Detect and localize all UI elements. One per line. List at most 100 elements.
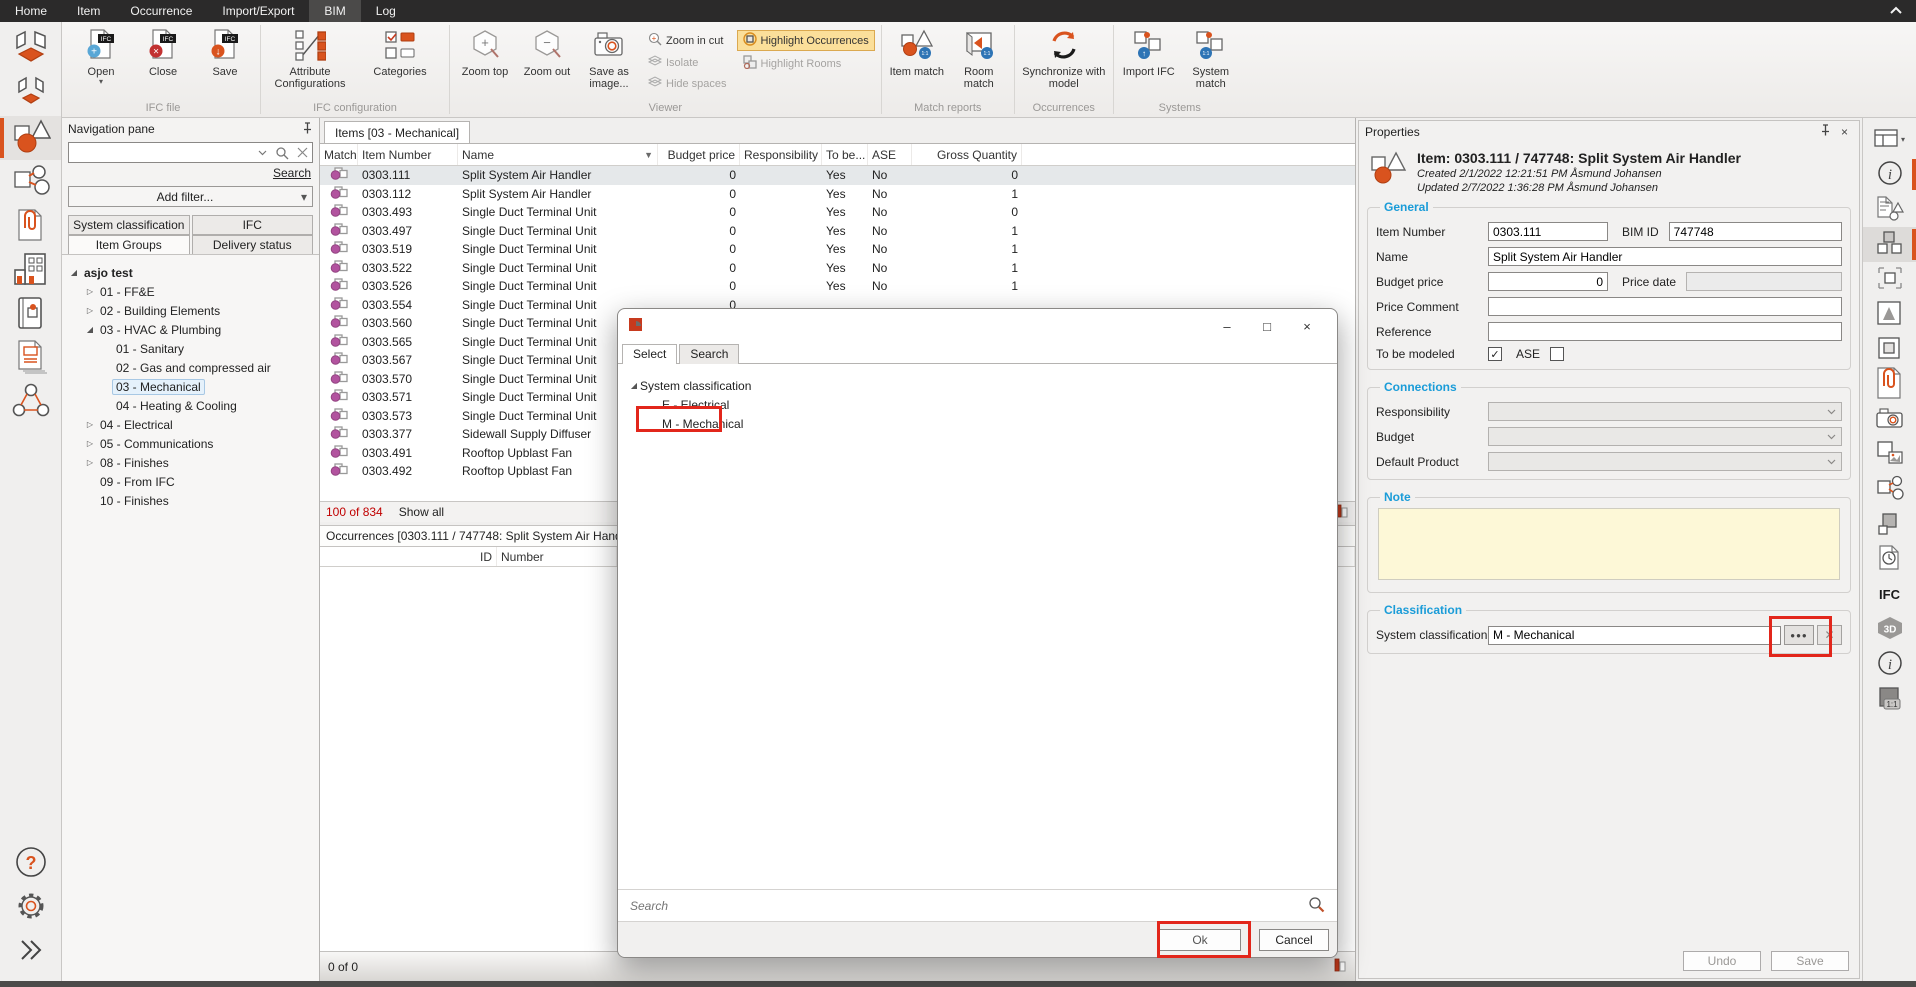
- tree-collapsed-icon[interactable]: ▷: [84, 420, 96, 429]
- system-match-button[interactable]: 1:1System match: [1182, 24, 1240, 90]
- occurrences-column-id[interactable]: ID: [320, 547, 497, 566]
- sidebar-item-cubes[interactable]: [1863, 227, 1916, 262]
- search-icon[interactable]: [271, 146, 293, 160]
- room-match-button[interactable]: 1:1Room match: [950, 24, 1008, 90]
- sidebar-item-attachment[interactable]: [1863, 367, 1916, 402]
- tree-item-05-communications[interactable]: ▷05 - Communications: [64, 434, 317, 453]
- zoom-in-cut-button[interactable]: +Zoom in cut: [642, 30, 733, 51]
- sidebar-item-settings[interactable]: [0, 885, 61, 929]
- tree-item-01-ff-e[interactable]: ▷01 - FF&E: [64, 282, 317, 301]
- pin-icon[interactable]: [1815, 124, 1836, 139]
- item-row-0303.526[interactable]: 0303.526Single Duct Terminal Unit0YesNo1: [320, 277, 1355, 296]
- sidebar-item-info[interactable]: i: [1863, 157, 1916, 192]
- item-row-0303.519[interactable]: 0303.519Single Duct Terminal Unit0YesNo1: [320, 240, 1355, 259]
- sidebar-item-cube-image[interactable]: [1863, 437, 1916, 472]
- sidebar-item-attachment[interactable]: [0, 204, 61, 248]
- sidebar-item-cube-window[interactable]: [1863, 332, 1916, 367]
- dialog-tree-root[interactable]: System classification: [640, 379, 751, 393]
- save-button[interactable]: Save: [1771, 951, 1849, 971]
- sidebar-item-layout[interactable]: ▾: [1863, 122, 1916, 157]
- classification-browse-button[interactable]: ●●●: [1784, 625, 1814, 645]
- tree-item-04-heating-cooling[interactable]: 04 - Heating & Cooling: [64, 396, 317, 415]
- open-button[interactable]: IFC+Open▾: [72, 24, 130, 85]
- item-row-0303.493[interactable]: 0303.493Single Duct Terminal Unit0YesNo0: [320, 203, 1355, 222]
- tree-collapsed-icon[interactable]: ▷: [84, 439, 96, 448]
- sidebar-item-doc-shape[interactable]: [1863, 192, 1916, 227]
- sidebar-item-ifc-text[interactable]: IFC: [1863, 577, 1916, 612]
- tree-expanded-icon[interactable]: ◢: [628, 381, 640, 390]
- pin-icon[interactable]: [302, 122, 313, 137]
- sidebar-item-building[interactable]: [0, 248, 61, 292]
- tree-item-09-from-ifc[interactable]: 09 - From IFC: [64, 472, 317, 491]
- categories-button[interactable]: Categories: [357, 24, 443, 78]
- budget-select[interactable]: [1488, 427, 1842, 446]
- tree-item-04-electrical[interactable]: ▷04 - Electrical: [64, 415, 317, 434]
- synchronize-with-model-button[interactable]: Synchronize with model: [1021, 24, 1107, 90]
- column-header-name[interactable]: Name▼: [458, 144, 658, 165]
- highlight-rooms-button[interactable]: Highlight Rooms: [737, 53, 875, 74]
- sidebar-item-product-link[interactable]: [0, 160, 61, 204]
- add-filter-button[interactable]: Add filter... ▾: [68, 186, 313, 207]
- nav-tab-ifc[interactable]: IFC: [192, 215, 314, 235]
- sidebar-item-threed[interactable]: 3D: [1863, 612, 1916, 647]
- column-header-ase[interactable]: ASE: [868, 144, 912, 165]
- sidebar-item-reports[interactable]: [0, 336, 61, 380]
- maximize-button[interactable]: □: [1247, 313, 1287, 339]
- isolate-button[interactable]: Isolate: [642, 53, 733, 72]
- column-header-gross-quantity[interactable]: Gross Quantity: [912, 144, 1022, 165]
- budget-price-field[interactable]: [1488, 272, 1608, 291]
- sidebar-item-items[interactable]: [0, 116, 61, 160]
- sidebar-item-help[interactable]: ?: [0, 841, 61, 885]
- sidebar-item-relations[interactable]: [0, 380, 61, 424]
- tree-expanded-icon[interactable]: ◢: [84, 325, 96, 334]
- tree-item-02-gas-and-compressed-air[interactable]: 02 - Gas and compressed air: [64, 358, 317, 377]
- column-header-budget-price[interactable]: Budget price: [658, 144, 740, 165]
- search-icon[interactable]: [1308, 896, 1325, 916]
- tree-item-03-hvac-plumbing[interactable]: ◢03 - HVAC & Plumbing: [64, 320, 317, 339]
- sidebar-item-cubes-gray[interactable]: [1863, 507, 1916, 542]
- bim-id-field[interactable]: [1669, 222, 1842, 241]
- sidebar-item-room-box[interactable]: [0, 72, 61, 116]
- save-as-image--button[interactable]: Save as image...: [580, 24, 638, 90]
- panel-flag-icon[interactable]: [1333, 957, 1347, 976]
- tree-collapsed-icon[interactable]: ▷: [84, 287, 96, 296]
- reference-field[interactable]: [1488, 322, 1842, 341]
- occurrences-column-number[interactable]: Number: [497, 547, 617, 566]
- zoom-top-button[interactable]: +Zoom top: [456, 24, 514, 78]
- import-ifc-button[interactable]: ↑Import IFC: [1120, 24, 1178, 78]
- sidebar-item-cube-network[interactable]: [1863, 472, 1916, 507]
- close-icon[interactable]: ×: [1836, 125, 1853, 139]
- sidebar-item-doc-clock[interactable]: [1863, 542, 1916, 577]
- tree-item-08-finishes[interactable]: ▷08 - Finishes: [64, 453, 317, 472]
- tree-item-10-finishes[interactable]: 10 - Finishes: [64, 491, 317, 510]
- price-comment-field[interactable]: [1488, 297, 1842, 316]
- search-link[interactable]: Search: [273, 166, 311, 180]
- dialog-tab-select[interactable]: Select: [622, 344, 677, 364]
- item-row-0303.111[interactable]: 0303.111Split System Air Handler0YesNo0: [320, 166, 1355, 185]
- tree-expanded-icon[interactable]: ◢: [68, 268, 80, 277]
- sidebar-item-one-to-one[interactable]: 1:1: [1863, 682, 1916, 717]
- menu-tab-import-export[interactable]: Import/Export: [207, 0, 309, 22]
- name-field[interactable]: [1488, 247, 1842, 266]
- dialog-search-input[interactable]: [630, 899, 1308, 913]
- menu-tab-log[interactable]: Log: [361, 0, 411, 22]
- hide-spaces-button[interactable]: Hide spaces: [642, 74, 733, 93]
- nav-search-input[interactable]: [69, 146, 254, 160]
- clear-search-icon[interactable]: [293, 147, 312, 158]
- sidebar-item-camera[interactable]: [1863, 402, 1916, 437]
- item-number-field[interactable]: [1488, 222, 1608, 241]
- tree-collapsed-icon[interactable]: ▷: [84, 458, 96, 467]
- system-classification-field[interactable]: [1488, 626, 1781, 645]
- close-button[interactable]: ×: [1287, 313, 1327, 339]
- note-field[interactable]: [1378, 508, 1840, 580]
- sidebar-item-cube-move[interactable]: [1863, 262, 1916, 297]
- attribute-configurations-button[interactable]: Attribute Configurations: [267, 24, 353, 90]
- save-button[interactable]: IFC↓Save: [196, 24, 254, 78]
- ase-checkbox[interactable]: [1550, 347, 1564, 361]
- undo-button[interactable]: Undo: [1683, 951, 1761, 971]
- column-header-match[interactable]: Match: [320, 144, 358, 165]
- nav-tab-system-classification[interactable]: System classification: [68, 215, 190, 235]
- tree-item-asjo-test[interactable]: ◢asjo test: [64, 263, 317, 282]
- sidebar-item-cube-cone[interactable]: [1863, 297, 1916, 332]
- zoom-out-button[interactable]: −Zoom out: [518, 24, 576, 78]
